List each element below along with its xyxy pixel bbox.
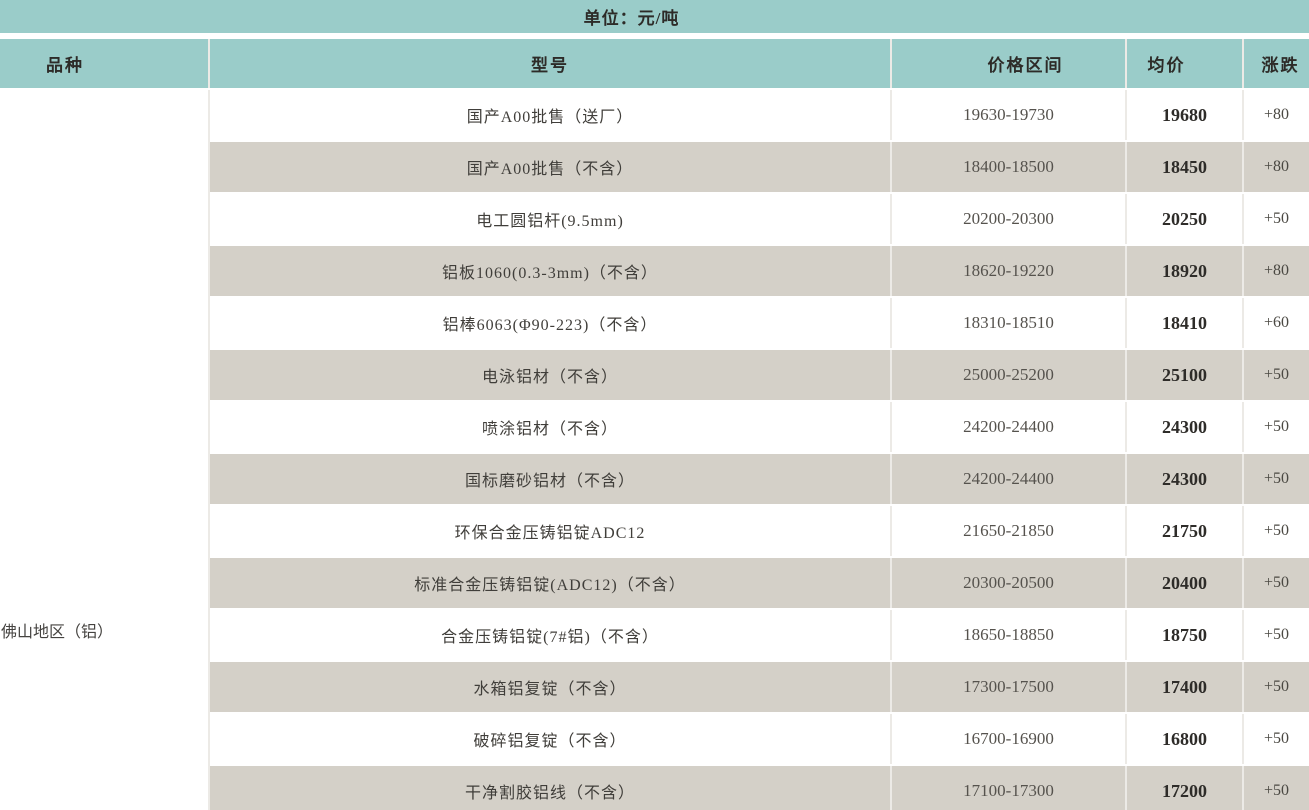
- price-range-cell: 18310-18510: [890, 298, 1125, 348]
- model-cell: 铝板1060(0.3-3mm)（不含）: [442, 265, 658, 282]
- change-cell: +50: [1242, 662, 1309, 712]
- region-label: 佛山地区（铝）: [1, 624, 114, 641]
- price-range-cell: 18620-19220: [890, 246, 1125, 296]
- aluminum-price-table-page: 单位：元/吨 品种 型号 价格区间 均价 涨跌 佛山地区（铝） 国产A00批售（…: [0, 0, 1309, 810]
- variety-column: 佛山地区（铝）: [0, 90, 210, 810]
- change-cell: +50: [1242, 714, 1309, 764]
- avg-price-cell: 18750: [1125, 610, 1242, 660]
- table-row: 喷涂铝材（不含） 24200-24400 24300 +50: [210, 402, 1309, 454]
- model-cell: 国产A00批售（送厂）: [466, 109, 634, 126]
- model-cell: 破碎铝复锭（不含）: [473, 733, 627, 750]
- change-cell: +80: [1242, 90, 1309, 140]
- table-row: 标准合金压铸铝锭(ADC12)（不含） 20300-20500 20400 +5…: [210, 558, 1309, 610]
- unit-bar: 单位：元/吨: [0, 0, 1309, 33]
- model-cell: 合金压铸铝锭(7#铝)（不含）: [441, 629, 659, 646]
- price-range-cell: 17100-17300: [890, 766, 1125, 810]
- model-cell: 水箱铝复锭（不含）: [473, 681, 627, 698]
- avg-price-cell: 20400: [1125, 558, 1242, 608]
- table-body: 佛山地区（铝） 国产A00批售（送厂） 19630-19730 19680 +8…: [0, 90, 1309, 810]
- table-row: 国标磨砂铝材（不含） 24200-24400 24300 +50: [210, 454, 1309, 506]
- table-row: 合金压铸铝锭(7#铝)（不含） 18650-18850 18750 +50: [210, 610, 1309, 662]
- avg-price-cell: 20250: [1125, 194, 1242, 244]
- price-range-cell: 20200-20300: [890, 194, 1125, 244]
- price-range-cell: 17300-17500: [890, 662, 1125, 712]
- avg-price-cell: 17200: [1125, 766, 1242, 810]
- change-cell: +50: [1242, 194, 1309, 244]
- table-row: 铝板1060(0.3-3mm)（不含） 18620-19220 18920 +8…: [210, 246, 1309, 298]
- avg-price-cell: 21750: [1125, 506, 1242, 556]
- price-range-cell: 16700-16900: [890, 714, 1125, 764]
- change-cell: +50: [1242, 402, 1309, 452]
- avg-price-cell: 24300: [1125, 454, 1242, 504]
- unit-label: 单位：元/吨: [583, 9, 680, 28]
- column-header-model: 型号: [531, 56, 569, 75]
- avg-price-cell: 18450: [1125, 142, 1242, 192]
- price-range-cell: 18650-18850: [890, 610, 1125, 660]
- change-cell: +50: [1242, 350, 1309, 400]
- change-cell: +80: [1242, 142, 1309, 192]
- change-cell: +50: [1242, 454, 1309, 504]
- avg-price-cell: 18410: [1125, 298, 1242, 348]
- change-cell: +50: [1242, 558, 1309, 608]
- avg-price-cell: 19680: [1125, 90, 1242, 140]
- model-cell: 国标磨砂铝材（不含）: [464, 473, 635, 490]
- model-cell: 电泳铝材（不含）: [481, 369, 618, 386]
- column-header-avg-price: 均价: [1125, 39, 1242, 88]
- avg-price-cell: 24300: [1125, 402, 1242, 452]
- avg-price-cell: 18920: [1125, 246, 1242, 296]
- price-range-cell: 24200-24400: [890, 454, 1125, 504]
- table-row: 环保合金压铸铝锭ADC12 21650-21850 21750 +50: [210, 506, 1309, 558]
- table-row: 铝棒6063(Φ90-223)（不含） 18310-18510 18410 +6…: [210, 298, 1309, 350]
- avg-price-cell: 25100: [1125, 350, 1242, 400]
- model-cell: 干净割胶铝线（不含）: [464, 785, 635, 802]
- table-row: 国产A00批售（不含） 18400-18500 18450 +80: [210, 142, 1309, 194]
- column-header-change: 涨跌: [1242, 39, 1309, 88]
- change-cell: +60: [1242, 298, 1309, 348]
- table-header: 品种 型号 价格区间 均价 涨跌: [0, 39, 1309, 88]
- model-cell: 环保合金压铸铝锭ADC12: [454, 525, 646, 542]
- change-cell: +80: [1242, 246, 1309, 296]
- table-row: 干净割胶铝线（不含） 17100-17300 17200 +50: [210, 766, 1309, 810]
- table-row: 国产A00批售（送厂） 19630-19730 19680 +80: [210, 90, 1309, 142]
- model-cell: 国产A00批售（不含）: [466, 161, 634, 178]
- price-range-cell: 18400-18500: [890, 142, 1125, 192]
- price-range-cell: 24200-24400: [890, 402, 1125, 452]
- rows-container: 国产A00批售（送厂） 19630-19730 19680 +80 国产A00批…: [210, 90, 1309, 810]
- price-range-cell: 21650-21850: [890, 506, 1125, 556]
- avg-price-cell: 16800: [1125, 714, 1242, 764]
- model-cell: 喷涂铝材（不含）: [481, 421, 618, 438]
- model-cell: 标准合金压铸铝锭(ADC12)（不含）: [414, 577, 686, 594]
- price-range-cell: 25000-25200: [890, 350, 1125, 400]
- avg-price-cell: 17400: [1125, 662, 1242, 712]
- column-header-price-range: 价格区间: [890, 39, 1125, 88]
- column-header-variety: 品种: [0, 39, 210, 88]
- table-row: 水箱铝复锭（不含） 17300-17500 17400 +50: [210, 662, 1309, 714]
- model-cell: 铝棒6063(Φ90-223)（不含）: [442, 317, 658, 334]
- table-row: 破碎铝复锭（不含） 16700-16900 16800 +50: [210, 714, 1309, 766]
- table-row: 电工圆铝杆(9.5mm) 20200-20300 20250 +50: [210, 194, 1309, 246]
- price-range-cell: 20300-20500: [890, 558, 1125, 608]
- change-cell: +50: [1242, 506, 1309, 556]
- model-cell: 电工圆铝杆(9.5mm): [476, 213, 624, 230]
- change-cell: +50: [1242, 610, 1309, 660]
- change-cell: +50: [1242, 766, 1309, 810]
- price-range-cell: 19630-19730: [890, 90, 1125, 140]
- table-row: 电泳铝材（不含） 25000-25200 25100 +50: [210, 350, 1309, 402]
